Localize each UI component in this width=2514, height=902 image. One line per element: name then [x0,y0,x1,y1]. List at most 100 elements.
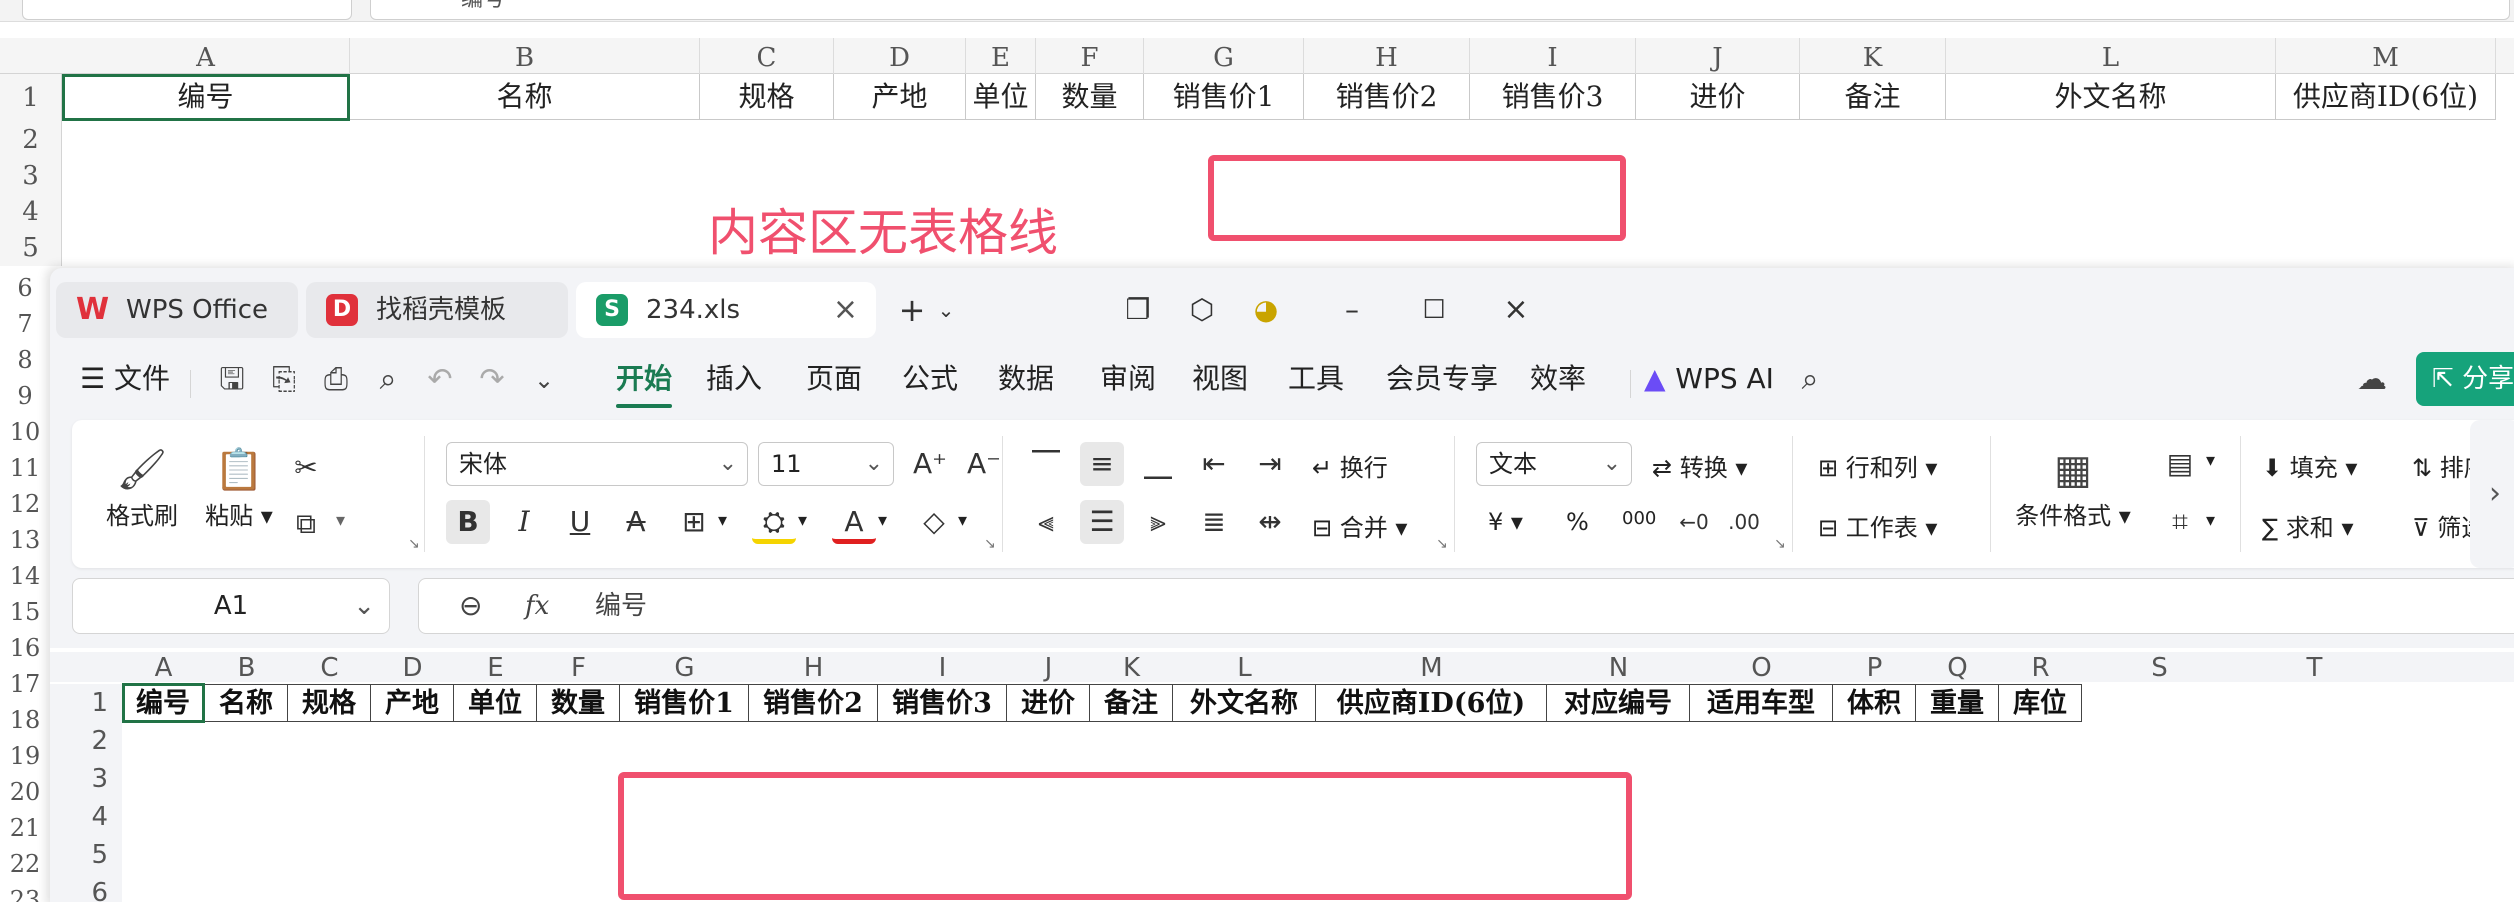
name-box[interactable]: A1 ⌄ [72,578,390,634]
row-header-cell[interactable]: 9 [0,378,50,414]
cube-icon[interactable]: ⬡ [1176,282,1228,338]
column-header-cell[interactable]: I [878,652,1007,683]
search-icon[interactable]: ⌕ [1788,358,1832,402]
header-cell[interactable]: 数量 [1036,74,1144,120]
background-name-box[interactable] [22,0,352,20]
rows-cols-button[interactable]: ⊞ 行和列 ▾ [1818,448,1937,483]
header-cell[interactable]: 产地 [834,74,966,120]
row-header-cell[interactable]: 3 [50,760,122,798]
menu-tab[interactable]: 页面 [806,356,862,402]
header-cell[interactable]: 销售价3 [878,684,1007,722]
column-header-cell[interactable]: K [1090,652,1173,683]
tab-file[interactable]: S 234.xls × [576,282,876,338]
header-cell[interactable]: 单位 [966,74,1036,120]
background-formula-bar[interactable]: 编号 [370,0,2510,20]
menu-tab[interactable]: 数据 [998,356,1054,402]
justify-icon[interactable]: ≣ [1192,500,1236,544]
thousands-button[interactable]: 000 [1622,508,1656,529]
conditional-format-button[interactable]: ▦ 条件格式 ▾ [2008,444,2138,531]
column-header-cell[interactable]: I [1470,38,1636,74]
copy-icon[interactable]: ⧉ [284,502,328,546]
column-header-cell[interactable]: M [1316,652,1547,683]
menu-tab[interactable]: 公式 [902,356,958,402]
header-cell[interactable]: 销售价3 [1470,74,1636,120]
header-cell[interactable]: 对应编号 [1547,684,1690,722]
header-cell[interactable]: 销售价2 [1304,74,1470,120]
column-header-cell[interactable]: Q [1916,652,1999,683]
row-header-cell[interactable]: 20 [0,774,50,810]
row-header-cell[interactable]: 4 [0,194,62,230]
column-header-cell[interactable]: G [620,652,749,683]
row-header-cell[interactable]: 13 [0,522,50,558]
column-header-cell[interactable]: F [537,652,620,683]
row-header-cell[interactable]: 11 [0,450,50,486]
column-header-cell[interactable]: A [122,652,205,683]
column-header-cell[interactable]: S [2082,652,2237,683]
column-header-cell[interactable]: J [1636,38,1800,74]
align-middle-icon[interactable]: ≡ [1080,442,1124,486]
decrease-font-icon[interactable]: A⁻ [962,442,1006,486]
dialog-launcher-icon[interactable]: ↘ [984,536,996,552]
column-header-cell[interactable]: J [1007,652,1090,683]
row-header-cell[interactable]: 18 [0,702,50,738]
window-tile-icon[interactable]: ❐ [1112,282,1164,338]
freeze-icon[interactable]: ⌗ [2158,500,2202,544]
row-header-cell[interactable]: 19 [0,738,50,774]
chevron-down-icon[interactable]: ⌄ [920,282,972,338]
column-header-cell[interactable]: C [700,38,834,74]
clear-format-icon[interactable]: ◇ [912,500,956,544]
align-left-icon[interactable]: ⫷ [1024,500,1068,544]
close-window-icon[interactable]: × [1490,282,1542,338]
header-cell[interactable]: 数量 [537,684,620,722]
save-icon[interactable]: 🖫 [210,358,254,402]
font-name-select[interactable]: 宋体 ⌄ [446,442,748,486]
column-header-cell[interactable]: C [288,652,371,683]
row-header-cell[interactable]: 6 [0,270,50,306]
increase-indent-icon[interactable]: ⇥ [1248,442,1292,486]
row-header-cell[interactable]: 15 [0,594,50,630]
underline-icon[interactable]: U [558,500,602,544]
column-header-cell[interactable]: R [1999,652,2082,683]
header-cell[interactable]: 适用车型 [1690,684,1833,722]
row-header-cell[interactable]: 7 [0,306,50,342]
print-icon[interactable]: ⎙ [314,358,358,402]
formula-input[interactable]: ⊖ fx 编号 [418,578,2514,634]
column-header-cell[interactable]: L [1173,652,1316,683]
row-header-cell[interactable]: 2 [50,722,122,760]
column-header-cell[interactable]: E [966,38,1036,74]
column-header-cell[interactable]: D [834,38,966,74]
header-cell[interactable]: 单位 [454,684,537,722]
column-header-cell[interactable]: K [1800,38,1946,74]
column-header-cell[interactable]: L [1946,38,2276,74]
increase-decimal-icon[interactable]: ←0 [1672,500,1716,544]
row-header-cell[interactable]: 3 [0,158,62,194]
dialog-launcher-icon[interactable]: ↘ [1436,536,1448,552]
chevron-down-icon[interactable]: ▾ [336,510,345,531]
menu-tab[interactable]: 工具 [1288,356,1344,402]
row-header-cell[interactable]: 5 [50,836,122,874]
column-header-cell[interactable]: G [1144,38,1304,74]
header-cell[interactable]: 供应商ID(6位) [2276,74,2496,120]
row-header-cell[interactable]: 14 [0,558,50,594]
border-icon[interactable]: ⊞ [672,500,716,544]
align-bottom-icon[interactable]: ⎽ [1136,442,1180,486]
column-header-cell[interactable]: E [454,652,537,683]
distributed-icon[interactable]: ⇹ [1248,500,1292,544]
decrease-indent-icon[interactable]: ⇤ [1192,442,1236,486]
print-preview-icon[interactable]: ⌕ [366,358,410,402]
chevron-down-icon[interactable]: ▾ [2206,450,2215,471]
align-right-icon[interactable]: ⫸ [1136,500,1180,544]
dialog-launcher-icon[interactable]: ↘ [1774,536,1786,552]
minimize-icon[interactable]: – [1326,282,1378,338]
menu-tab[interactable]: 开始 [616,356,673,408]
file-menu[interactable]: ☰ 文件 [80,356,170,402]
ribbon-scroll-right-icon[interactable]: › [2470,420,2514,568]
header-cell[interactable]: 重量 [1916,684,1999,722]
paste-button[interactable]: 📋 粘贴 ▾ [194,444,284,531]
font-size-select[interactable]: 11 ⌄ [758,442,894,486]
align-center-icon[interactable]: ☰ [1080,500,1124,544]
header-cell[interactable]: 体积 [1833,684,1916,722]
percent-button[interactable]: % [1566,508,1589,536]
cut-icon[interactable]: ✂ [284,446,328,490]
worksheet-button[interactable]: ⊟ 工作表 ▾ [1818,508,1937,543]
